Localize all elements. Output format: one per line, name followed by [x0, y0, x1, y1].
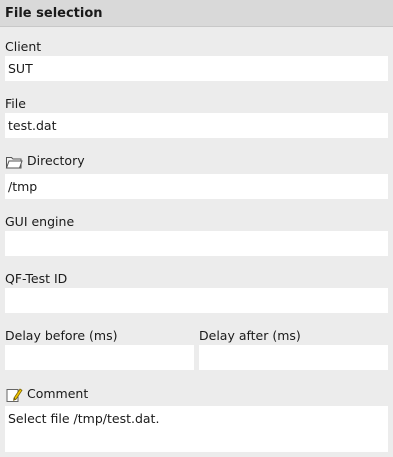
qftest-id-label: QF-Test ID: [5, 271, 68, 286]
gui-engine-field[interactable]: [5, 231, 388, 256]
directory-label-row: Directory: [5, 153, 85, 170]
delay-before-field[interactable]: [5, 345, 194, 370]
client-label: Client: [5, 39, 42, 54]
folder-icon[interactable]: [5, 154, 23, 170]
file-field[interactable]: test.dat: [5, 113, 388, 138]
comment-label-row: Comment: [5, 386, 88, 403]
file-selection-panel: File selection Client SUT File test.dat …: [0, 0, 393, 457]
comment-label: Comment: [27, 386, 89, 401]
gui-engine-label: GUI engine: [5, 214, 75, 229]
qftest-id-field[interactable]: [5, 288, 388, 313]
directory-label: Directory: [27, 153, 85, 168]
delay-before-label: Delay before (ms): [5, 328, 118, 343]
panel-title: File selection: [0, 0, 393, 27]
file-label: File: [5, 96, 26, 111]
client-field[interactable]: SUT: [5, 56, 388, 81]
delay-after-field[interactable]: [199, 345, 388, 370]
directory-field[interactable]: /tmp: [5, 174, 388, 199]
comment-textarea[interactable]: Select file /tmp/test.dat.: [5, 406, 388, 452]
pencil-note-icon[interactable]: [5, 387, 23, 403]
delay-after-label: Delay after (ms): [199, 328, 301, 343]
